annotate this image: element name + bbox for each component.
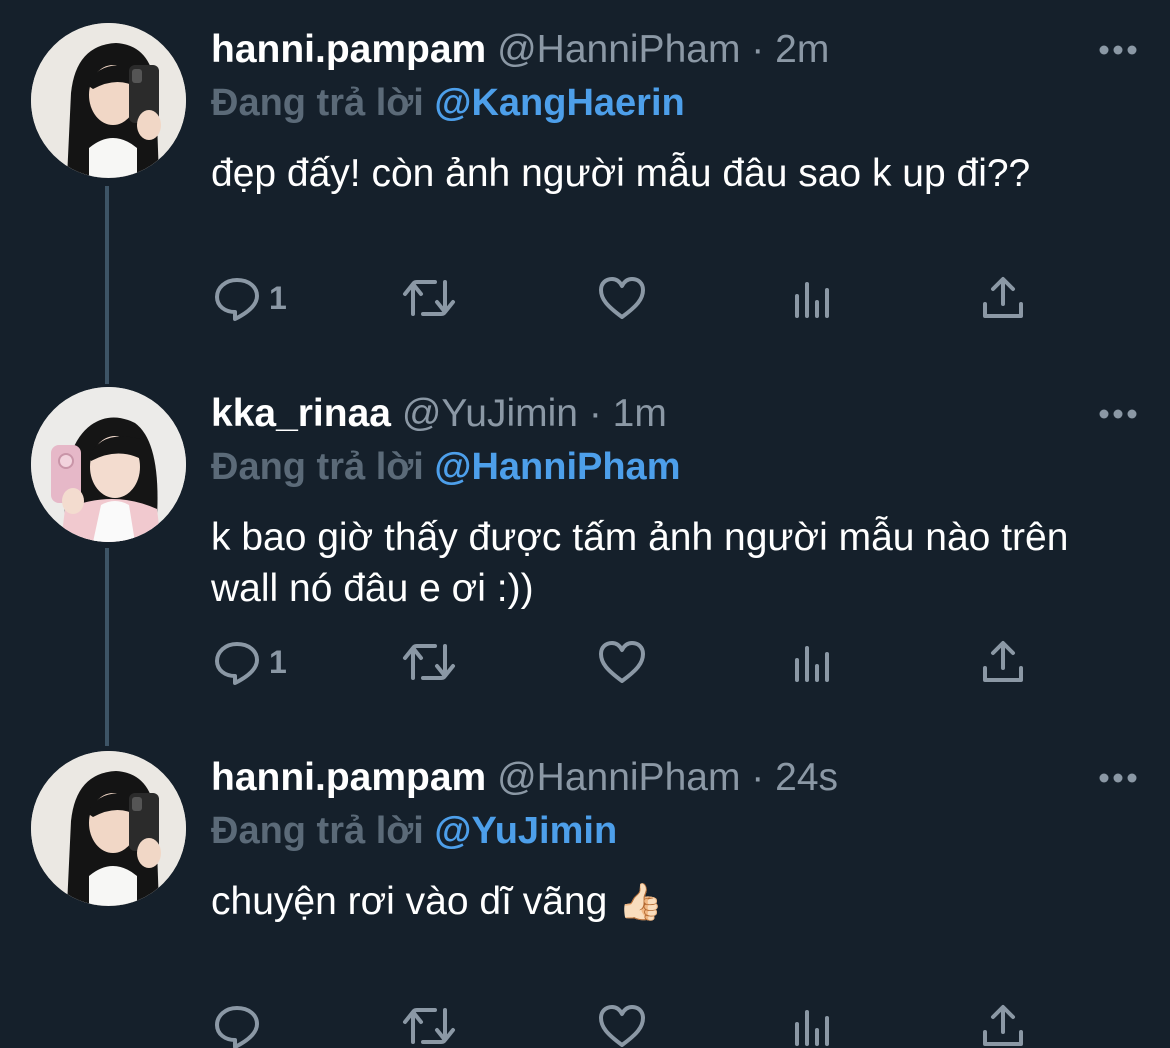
tweet[interactable]: hanni.pampam @HanniPham · 24s Đang trả l… xyxy=(0,728,1170,1048)
tweet-actions: 1 xyxy=(211,630,1061,694)
reply-count: 1 xyxy=(269,279,287,316)
retweet-button[interactable] xyxy=(401,630,457,694)
views-button[interactable] xyxy=(791,266,835,330)
avatar[interactable] xyxy=(31,23,186,178)
replying-to-handle[interactable]: @KangHaerin xyxy=(434,82,684,124)
more-options-button[interactable] xyxy=(1096,36,1140,64)
avatar[interactable] xyxy=(31,387,186,542)
tweet-header: hanni.pampam @HanniPham · 2m xyxy=(211,24,829,76)
separator-dot: · xyxy=(751,28,765,71)
tweet-header: hanni.pampam @HanniPham · 24s xyxy=(211,752,838,804)
display-name[interactable]: hanni.pampam xyxy=(211,28,486,71)
more-options-button[interactable] xyxy=(1096,764,1140,792)
reply-icon xyxy=(215,1006,259,1048)
reply-icon xyxy=(215,642,259,685)
like-icon xyxy=(599,641,645,683)
retweet-button[interactable] xyxy=(401,994,457,1048)
tweet-text-content: đẹp đấy! còn ảnh người mẫu đâu sao k up … xyxy=(211,152,1031,195)
share-icon xyxy=(983,277,1023,318)
more-icon xyxy=(1099,45,1137,55)
retweet-icon xyxy=(403,644,455,680)
tweet[interactable]: kka_rinaa @YuJimin · 1m Đang trả lời @Ha… xyxy=(0,364,1170,724)
tweet-text: đẹp đấy! còn ảnh người mẫu đâu sao k up … xyxy=(211,148,1111,199)
tweet-text-content: chuyện rơi vào dĩ vãng xyxy=(211,880,608,923)
separator-dot: · xyxy=(751,756,765,799)
timestamp[interactable]: 1m xyxy=(613,392,667,435)
replying-to-handle[interactable]: @YuJimin xyxy=(434,810,617,852)
like-icon xyxy=(599,1005,645,1047)
reply-button[interactable] xyxy=(213,994,269,1048)
share-button[interactable] xyxy=(979,994,1027,1048)
user-handle[interactable]: @HanniPham xyxy=(497,756,740,799)
views-button[interactable] xyxy=(791,994,835,1048)
tweet-actions xyxy=(211,994,1061,1048)
share-icon xyxy=(983,1005,1023,1046)
more-icon xyxy=(1099,409,1137,419)
replying-to: Đang trả lời @HanniPham xyxy=(211,444,680,490)
tweet-text: chuyện rơi vào dĩ vãng 👍🏻 xyxy=(211,876,1111,927)
display-name[interactable]: hanni.pampam xyxy=(211,756,486,799)
like-button[interactable] xyxy=(597,994,647,1048)
avatar[interactable] xyxy=(31,751,186,906)
tweet-actions: 1 xyxy=(211,266,1061,330)
views-icon xyxy=(795,646,829,682)
views-icon xyxy=(795,1010,829,1046)
retweet-icon xyxy=(403,280,455,316)
timestamp[interactable]: 2m xyxy=(775,28,829,71)
views-icon xyxy=(795,282,829,318)
user-handle[interactable]: @YuJimin xyxy=(402,392,578,435)
retweet-button[interactable] xyxy=(401,266,457,330)
hanni-avatar-image xyxy=(31,23,186,178)
hanni-avatar-image xyxy=(31,751,186,906)
reply-button[interactable]: 1 xyxy=(213,266,287,330)
user-handle[interactable]: @HanniPham xyxy=(497,28,740,71)
like-button[interactable] xyxy=(597,630,647,694)
reply-count: 1 xyxy=(269,643,287,680)
replying-to-label: Đang trả lời xyxy=(211,446,424,488)
more-options-button[interactable] xyxy=(1096,400,1140,428)
like-button[interactable] xyxy=(597,266,647,330)
display-name[interactable]: kka_rinaa xyxy=(211,392,391,435)
replying-to: Đang trả lời @KangHaerin xyxy=(211,80,685,126)
reply-button[interactable]: 1 xyxy=(213,630,287,694)
tweet[interactable]: hanni.pampam @HanniPham · 2m Đang trả lờ… xyxy=(0,0,1170,360)
like-icon xyxy=(599,277,645,319)
tweet-header: kka_rinaa @YuJimin · 1m xyxy=(211,388,667,440)
separator-dot: · xyxy=(588,392,602,435)
retweet-icon xyxy=(403,1008,455,1044)
timestamp[interactable]: 24s xyxy=(775,756,838,799)
views-button[interactable] xyxy=(791,630,835,694)
reply-icon xyxy=(215,278,259,321)
tweet-text-content: k bao giờ thấy được tấm ảnh người mẫu nà… xyxy=(211,516,1069,610)
thumbs-up-emoji: 👍🏻 xyxy=(618,881,663,922)
replying-to-label: Đang trả lời xyxy=(211,82,424,124)
conversation-thread: hanni.pampam @HanniPham · 2m Đang trả lờ… xyxy=(0,0,1170,1048)
karina-avatar-image xyxy=(31,387,186,542)
more-icon xyxy=(1099,773,1137,783)
replying-to-handle[interactable]: @HanniPham xyxy=(434,446,680,488)
share-icon xyxy=(983,641,1023,682)
tweet-text: k bao giờ thấy được tấm ảnh người mẫu nà… xyxy=(211,512,1111,614)
share-button[interactable] xyxy=(979,630,1027,694)
replying-to: Đang trả lời @YuJimin xyxy=(211,808,617,854)
replying-to-label: Đang trả lời xyxy=(211,810,424,852)
share-button[interactable] xyxy=(979,266,1027,330)
